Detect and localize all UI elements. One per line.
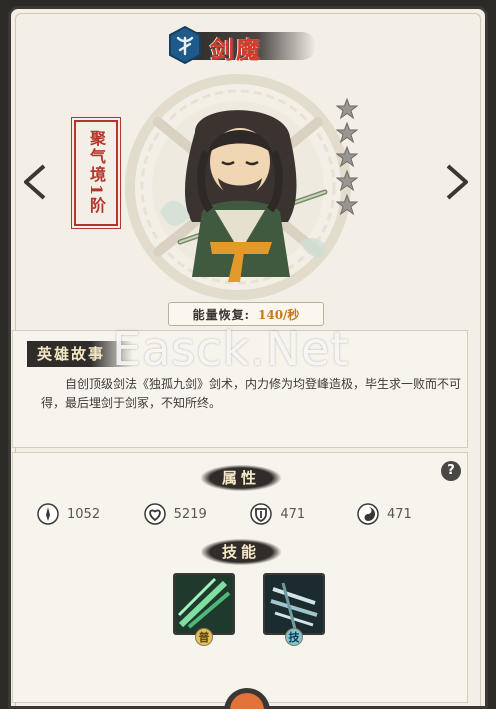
stat-defense-value: 471 <box>280 506 306 522</box>
stat-agility-value: 471 <box>386 506 412 522</box>
stats-row: 1052 5219 471 471 <box>37 503 457 525</box>
skills-heading: 技能 <box>201 539 281 565</box>
energy-label: 能量恢复: <box>192 307 250 322</box>
class-emblem-icon <box>169 26 201 64</box>
attributes-card: 属性 ? 1052 5219 471 471 技能 普 技 <box>12 452 468 703</box>
attack-icon <box>37 503 59 525</box>
previous-hero-arrow-icon[interactable] <box>20 162 50 202</box>
bottom-button-core <box>230 693 264 709</box>
skill-normal-attack[interactable]: 普 <box>173 573 235 646</box>
stat-health-value: 5219 <box>173 506 207 522</box>
hero-story-card: 英雄故事 自创顶级剑法《独孤九剑》剑术，内力修为均登峰造极，毕生求一败而不可得，… <box>12 330 468 448</box>
sword-barrage-icon <box>265 575 323 633</box>
skill-normal-icon <box>173 573 235 635</box>
hero-title-banner: 剑魔 <box>168 26 318 64</box>
agility-icon <box>357 503 379 525</box>
skills-row: 普 技 <box>173 573 325 646</box>
hero-portrait <box>160 110 328 282</box>
skill-special[interactable]: 技 <box>263 573 325 646</box>
realm-text: 聚气境1阶 <box>87 130 106 216</box>
help-button[interactable]: ? <box>441 461 461 481</box>
sword-slash-icon <box>175 575 233 633</box>
energy-value: 140/秒 <box>258 307 300 322</box>
skill-special-badge: 技 <box>285 628 303 646</box>
stat-health: 5219 <box>143 503 244 525</box>
defense-icon <box>250 503 273 525</box>
stat-defense: 471 <box>250 503 350 525</box>
story-text: 自创顶级剑法《独孤九剑》剑术，内力修为均登峰造极，毕生求一败而不可得，最后埋剑于… <box>41 377 462 410</box>
energy-recovery-bar: 能量恢复: 140/秒 <box>168 302 324 326</box>
realm-seal: 聚气境1阶 <box>71 117 121 229</box>
stat-agility: 471 <box>357 503 457 525</box>
skill-normal-badge: 普 <box>195 628 213 646</box>
hero-name: 剑魔 <box>210 35 262 64</box>
stat-attack: 1052 <box>37 503 137 525</box>
skill-special-icon <box>263 573 325 635</box>
attributes-heading: 属性 <box>201 465 281 491</box>
stat-attack-value: 1052 <box>67 506 101 522</box>
health-icon <box>143 503 166 525</box>
story-heading: 英雄故事 <box>27 341 134 367</box>
next-hero-arrow-icon[interactable] <box>442 162 472 202</box>
